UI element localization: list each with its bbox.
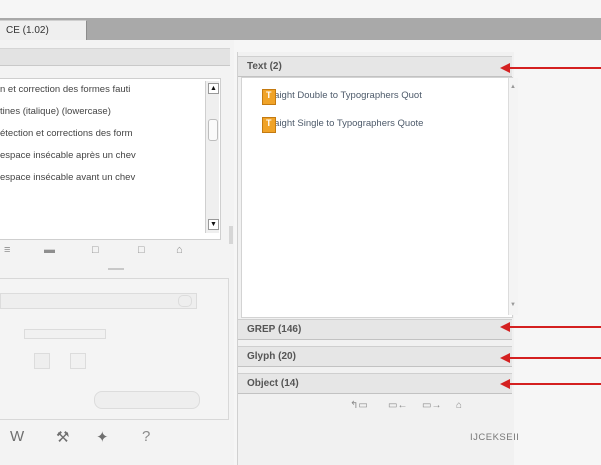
disabled-checkbox <box>70 353 86 369</box>
query-row[interactable]: espace insécable avant un chev <box>0 172 205 188</box>
disabled-button <box>94 391 200 409</box>
import-icon[interactable]: ↰▭ <box>350 400 368 411</box>
section-glyph[interactable]: Glyph (20) <box>238 346 512 367</box>
whole-word-icon[interactable]: W <box>10 428 24 445</box>
annotation-arrow <box>500 379 601 389</box>
text-query-item[interactable]: Straight Double to Typographers Quot <box>262 90 422 106</box>
save-query-icon[interactable]: □ <box>92 244 99 256</box>
annotation-arrow <box>500 353 601 363</box>
query-row[interactable]: tines (italique) (lowercase) <box>0 106 205 122</box>
text-query-list[interactable]: Straight Double to Typographers Quot Str… <box>241 77 513 318</box>
tab-query[interactable]: CE (1.02) <box>0 20 87 41</box>
section-text[interactable]: Text (2) <box>238 56 512 77</box>
disabled-dropdown <box>0 293 197 309</box>
text-query-item[interactable]: Straight Single to Typographers Quote <box>262 118 423 134</box>
query-row[interactable]: espace insécable après un chev <box>0 150 205 166</box>
disabled-checkbox <box>34 353 50 369</box>
section-object-label: Object (14) <box>247 378 299 389</box>
left-panel-header <box>0 48 230 66</box>
annotation-arrow <box>500 63 601 73</box>
tab-label: CE (1.02) <box>6 25 49 36</box>
text-list-scrollbar[interactable]: ▲ ▼ <box>508 78 518 315</box>
help-icon[interactable]: ? <box>142 428 150 445</box>
section-glyph-label: Glyph (20) <box>247 351 296 362</box>
section-grep[interactable]: GREP (146) <box>238 319 512 340</box>
dropdown-arrow-icon <box>178 295 192 307</box>
section-grep-label: GREP (146) <box>247 324 302 335</box>
annotation-arrow <box>500 322 601 332</box>
scroll-up-icon[interactable]: ▲ <box>208 83 219 94</box>
query-list[interactable]: n et correction des formes fauti tines (… <box>0 78 221 240</box>
query-row[interactable]: n et correction des formes fauti <box>0 84 205 100</box>
version-label: IJCEKSEII <box>470 432 520 443</box>
scroll-down-icon[interactable]: ▼ <box>510 302 516 308</box>
load-query-icon[interactable]: ▬ <box>44 244 55 256</box>
right-toolbar: ↰▭ ▭← ▭→ ⌂ <box>238 399 512 417</box>
disabled-label <box>24 329 106 339</box>
text-query-icon: T <box>262 117 276 133</box>
settings-icon[interactable]: ✦ <box>96 428 109 446</box>
new-icon[interactable]: ▭→ <box>422 400 441 411</box>
scroll-thumb[interactable] <box>208 119 218 141</box>
save-icon[interactable]: ▭← <box>388 400 407 411</box>
query-row[interactable]: étection et corrections des form <box>0 128 205 144</box>
splitter-handle[interactable] <box>229 226 233 244</box>
query-toolbar: ≡ ▬ □ □ ⌂ <box>0 242 222 262</box>
wrench-icon[interactable]: ⚒ <box>56 428 69 446</box>
options-box <box>0 278 229 420</box>
delete-icon[interactable]: ⌂ <box>456 400 462 411</box>
text-query-icon: T <box>262 89 276 105</box>
section-text-label: Text (2) <box>247 61 282 72</box>
delete-query-icon[interactable]: ⌂ <box>176 244 183 256</box>
new-query-icon[interactable]: ≡ <box>4 244 10 256</box>
tab-strip <box>0 18 601 40</box>
query-list-scrollbar[interactable]: ▲ ▼ <box>205 81 219 233</box>
scroll-down-icon[interactable]: ▼ <box>208 219 219 230</box>
duplicate-query-icon[interactable]: □ <box>138 244 145 256</box>
scroll-up-icon[interactable]: ▲ <box>510 84 516 90</box>
resize-grip[interactable] <box>108 268 124 270</box>
section-object[interactable]: Object (14) <box>238 373 512 394</box>
